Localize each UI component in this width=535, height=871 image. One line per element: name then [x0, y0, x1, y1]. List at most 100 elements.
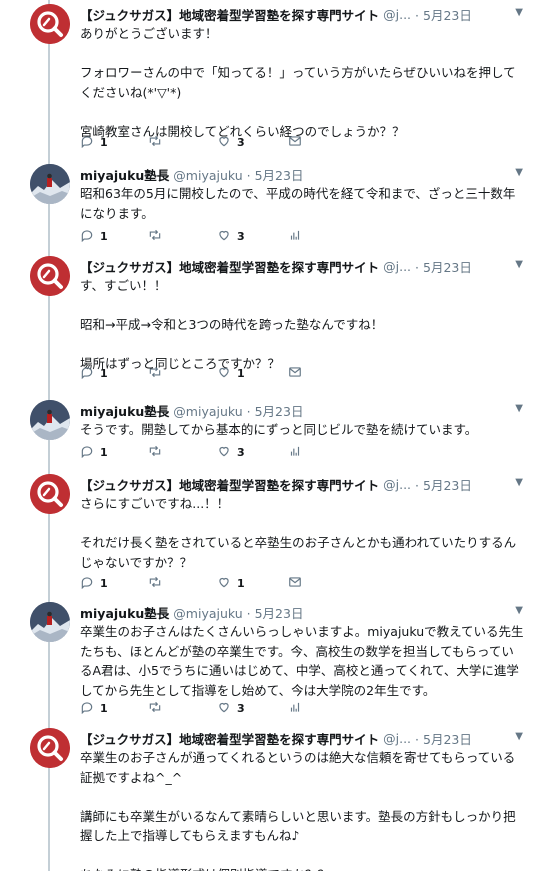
reply-count: 1: [100, 367, 108, 380]
heart-icon: [217, 365, 231, 382]
analytics-button[interactable]: [288, 444, 302, 461]
chevron-down-icon[interactable]: ▼: [515, 477, 523, 488]
reply-button[interactable]: 1: [80, 365, 108, 382]
tweet-text-line: [80, 102, 511, 122]
reply-count: 1: [100, 702, 108, 715]
retweet-icon: [148, 444, 162, 461]
tweet-actions: 1 1: [80, 365, 310, 383]
tweet-text-line: 昭和→平成→令和と3つの時代を跨った塾なんですね！: [80, 317, 384, 332]
direct-message-button[interactable]: [288, 575, 302, 592]
retweet-icon: [148, 700, 162, 717]
tweet-text-line: [80, 846, 511, 866]
analytics-icon: [288, 228, 302, 245]
like-button[interactable]: 3: [217, 134, 245, 151]
tweet-date[interactable]: · 5月23日: [415, 257, 472, 276]
tweet-text-line: たちも、ほとんどが塾の卒業生です。今、高校生の数学を担当してもらってい: [80, 643, 514, 659]
analytics-icon: [288, 444, 302, 461]
tweet-header: miyajuku塾長 @miyajuku · 5月23日 ▼: [80, 602, 523, 622]
tweet-actions: 1 3: [80, 700, 310, 718]
heart-icon: [217, 700, 231, 717]
chevron-down-icon[interactable]: ▼: [515, 605, 523, 616]
display-name[interactable]: 【ジュクサガス】地域密着型学習塾を探す専門サイト: [80, 475, 379, 494]
reply-icon: [80, 134, 94, 151]
retweet-button[interactable]: [148, 444, 168, 461]
avatar[interactable]: [30, 474, 70, 514]
tweet-date[interactable]: · 5月23日: [415, 475, 472, 494]
reply-button[interactable]: 1: [80, 700, 108, 717]
retweet-button[interactable]: [148, 228, 168, 245]
avatar[interactable]: [30, 256, 70, 296]
direct-message-button[interactable]: [288, 134, 302, 151]
tweet-date[interactable]: · 5月23日: [415, 729, 472, 748]
tweet-text-line: くださいね(*'▽'*): [80, 84, 182, 100]
reply-button[interactable]: 1: [80, 575, 108, 592]
tweet-text-line: フォロワーさんの中で「知ってる！」っていう方がいたらぜひいいねを押して: [80, 65, 516, 80]
avatar[interactable]: [30, 728, 70, 768]
tweet-text: ありがとうございます！ フォロワーさんの中で「知ってる！」っていう方がいたらぜひい…: [80, 24, 516, 141]
reply-icon: [80, 575, 94, 592]
retweet-icon: [148, 365, 162, 382]
like-button[interactable]: 3: [217, 444, 245, 461]
tweet-text-line: してから先生として指導をし始めて、今は大学院の2年生です。: [80, 682, 436, 698]
chevron-down-icon[interactable]: ▼: [515, 259, 523, 270]
tweet-header: miyajuku塾長 @miyajuku · 5月23日 ▼: [80, 400, 523, 420]
avatar[interactable]: [30, 400, 70, 440]
tweet-text-line: さらにすごいですね...！！: [80, 496, 230, 511]
user-handle[interactable]: @miyajuku · 5月23日: [173, 401, 303, 420]
tweet-text-line: るA君は、小5でうちに通いはじめて、中学、高校と通ってくれて、大学に進学: [80, 663, 519, 678]
tweet-text-line: じゃないですか？？: [80, 554, 193, 570]
like-count: 1: [237, 577, 245, 590]
retweet-button[interactable]: [148, 365, 168, 382]
tweet-date[interactable]: · 5月23日: [415, 5, 472, 24]
analytics-button[interactable]: [288, 700, 302, 717]
like-button[interactable]: 3: [217, 700, 245, 717]
retweet-button[interactable]: [148, 134, 168, 151]
tweet-header: 【ジュクサガス】地域密着型学習塾を探す専門サイト @j... · 5月23日 ▼: [80, 256, 523, 276]
reply-button[interactable]: 1: [80, 228, 108, 245]
tweet-actions: 1 3: [80, 134, 310, 152]
retweet-icon: [148, 134, 162, 151]
chevron-down-icon[interactable]: ▼: [515, 403, 523, 414]
reply-button[interactable]: 1: [80, 134, 108, 151]
reply-button[interactable]: 1: [80, 444, 108, 461]
retweet-button[interactable]: [148, 700, 168, 717]
retweet-button[interactable]: [148, 575, 168, 592]
like-button[interactable]: 1: [217, 575, 245, 592]
display-name[interactable]: miyajuku塾長: [80, 401, 169, 420]
tweet-text-line: になります。: [80, 205, 154, 221]
like-button[interactable]: 1: [217, 365, 245, 382]
tweet-actions: 1 1: [80, 575, 310, 593]
user-handle[interactable]: @miyajuku · 5月23日: [173, 165, 303, 184]
like-button[interactable]: 3: [217, 228, 245, 245]
chevron-down-icon[interactable]: ▼: [515, 7, 523, 18]
display-name[interactable]: miyajuku塾長: [80, 165, 169, 184]
display-name[interactable]: miyajuku塾長: [80, 603, 169, 622]
display-name[interactable]: 【ジュクサガス】地域密着型学習塾を探す専門サイト: [80, 729, 379, 748]
user-handle[interactable]: @j...: [383, 7, 411, 22]
reply-icon: [80, 228, 94, 245]
direct-message-button[interactable]: [288, 365, 302, 382]
tweet-text: さらにすごいですね...！！ それだけ長く塾をされていると卒塾生のお子さんとかも通…: [80, 494, 516, 572]
avatar[interactable]: [30, 4, 70, 44]
reply-icon: [80, 444, 94, 461]
user-handle[interactable]: @j...: [383, 477, 411, 492]
chevron-down-icon[interactable]: ▼: [515, 731, 523, 742]
user-handle[interactable]: @j...: [383, 259, 411, 274]
like-count: 1: [237, 367, 245, 380]
tweet-text: 昭和63年の5月に開校したので、平成の時代を経て令和まで、ざっと三十数年 になりま…: [80, 184, 515, 223]
tweet-text-line: 証拠ですよね^_^: [80, 769, 183, 785]
user-handle[interactable]: @j...: [383, 731, 411, 746]
like-count: 3: [237, 702, 245, 715]
display-name[interactable]: 【ジュクサガス】地域密着型学習塾を探す専門サイト: [80, 257, 379, 276]
chevron-down-icon[interactable]: ▼: [515, 167, 523, 178]
tweet-text: す、すごい！！ 昭和→平成→令和と3つの時代を跨った塾なんですね！ 場所はずっと同じ…: [80, 276, 511, 374]
user-handle[interactable]: @miyajuku · 5月23日: [173, 603, 303, 622]
heart-icon: [217, 134, 231, 151]
analytics-button[interactable]: [288, 228, 302, 245]
tweet-text-line: ちなみに塾の指導形式は個別指導ですか？？: [80, 865, 511, 871]
reply-icon: [80, 700, 94, 717]
display-name[interactable]: 【ジュクサガス】地域密着型学習塾を探す専門サイト: [80, 5, 379, 24]
avatar[interactable]: [30, 602, 70, 642]
avatar[interactable]: [30, 164, 70, 204]
tweet-text-line: そうです。開塾してから基本的にずっと同じビルで塾を続けています。: [80, 422, 478, 437]
